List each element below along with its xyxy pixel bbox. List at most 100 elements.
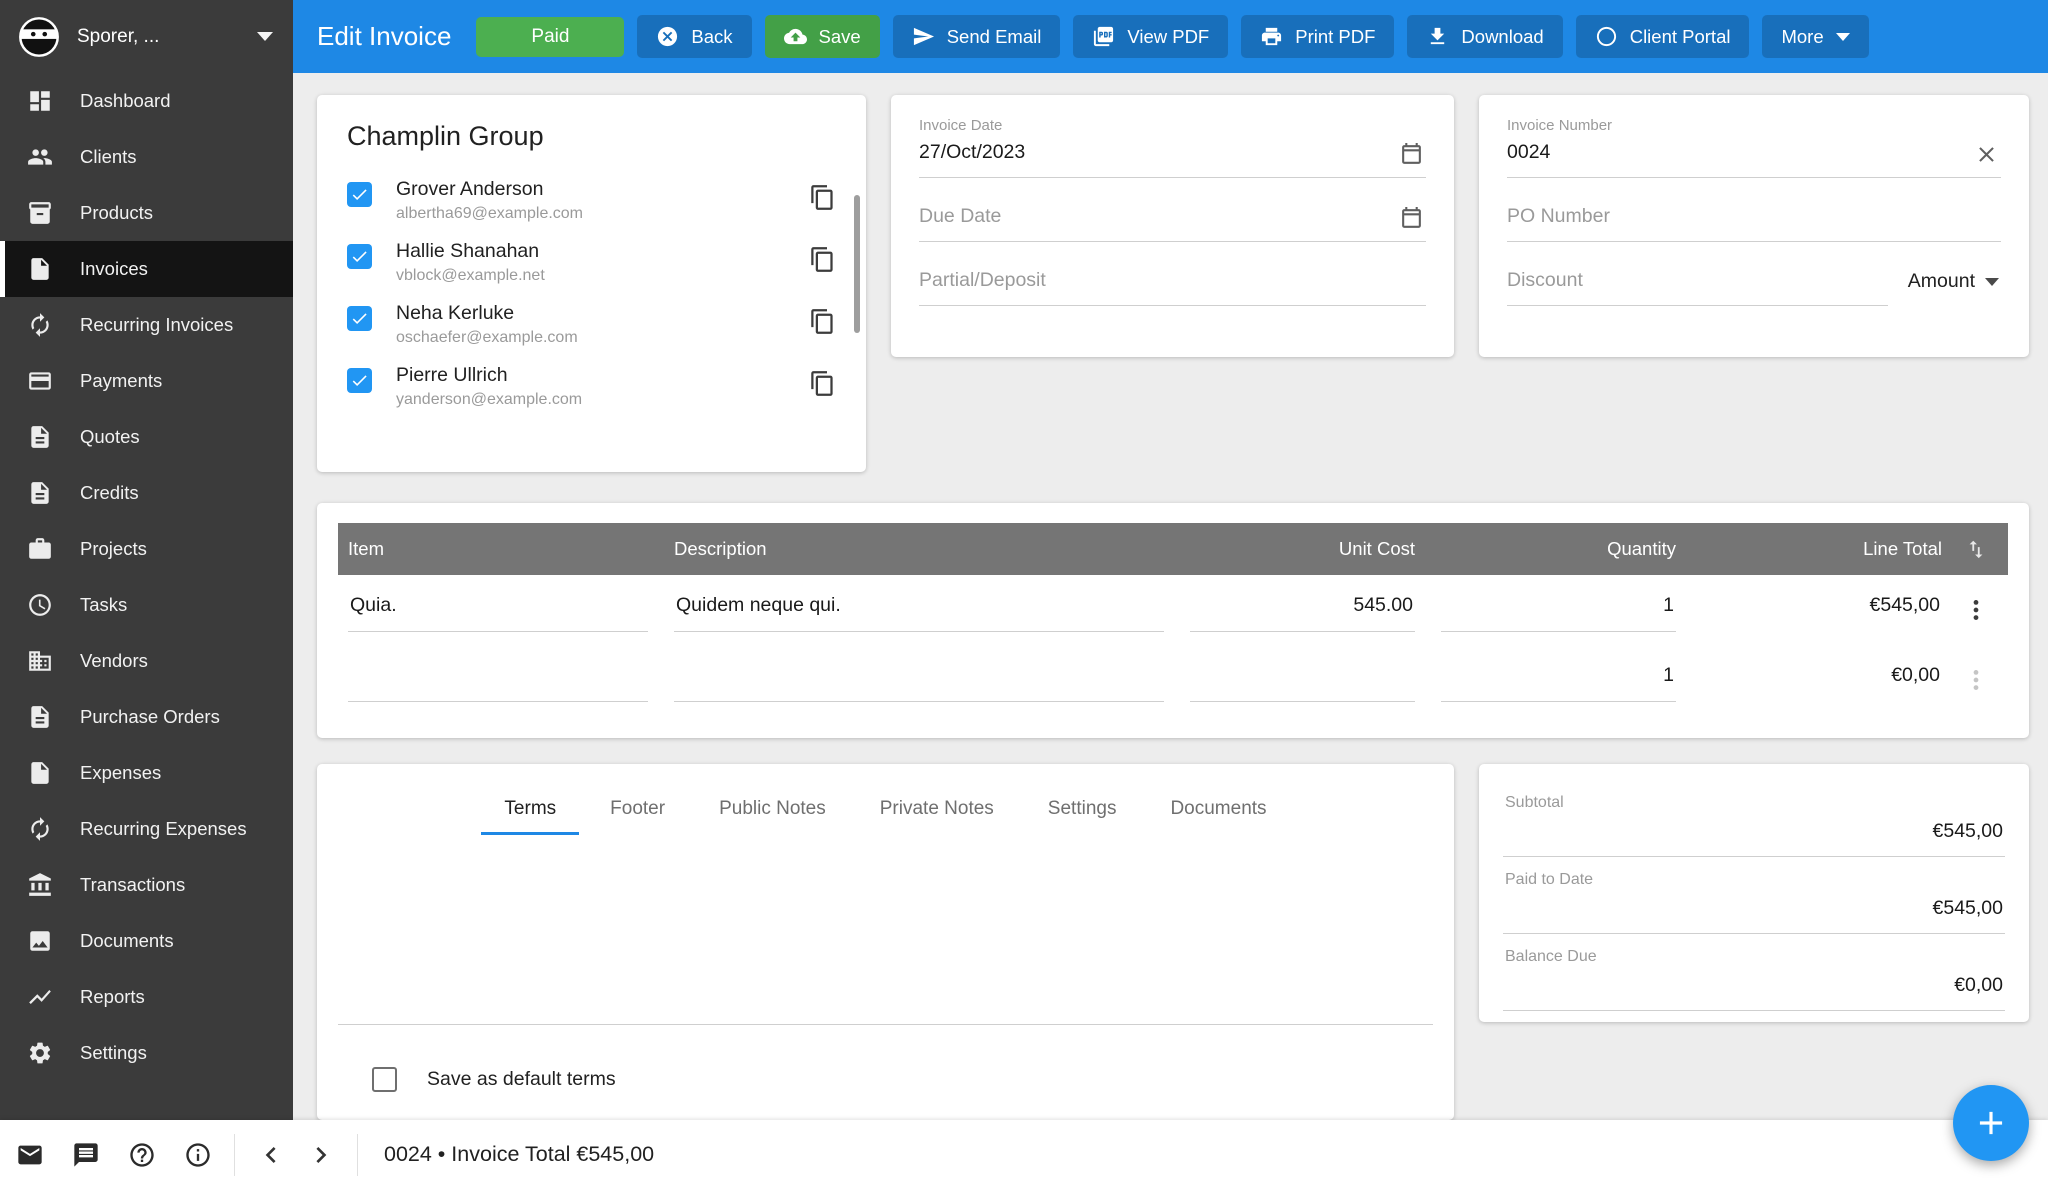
save-button[interactable]: Save: [765, 15, 880, 58]
tab-public-notes[interactable]: Public Notes: [692, 788, 853, 835]
sidebar-item-invoices[interactable]: Invoices: [0, 241, 293, 297]
sidebar-item-recurring-expenses[interactable]: Recurring Expenses: [0, 801, 293, 857]
vertical-dots-icon: [1963, 597, 1989, 623]
contact-info: Neha Kerluke oschaefer@example.com: [396, 302, 809, 347]
vendors-icon: [27, 648, 53, 674]
invoice-number-field[interactable]: Invoice Number 0024: [1507, 117, 2001, 178]
unit-cost-input[interactable]: 545.00: [1190, 588, 1415, 632]
page-title: Edit Invoice: [317, 21, 451, 52]
calendar-icon[interactable]: [1399, 206, 1424, 231]
cloud-upload-icon: [784, 25, 807, 48]
copy-contact-button[interactable]: [809, 184, 836, 211]
contact-row: Hallie Shanahan vblock@example.net: [347, 240, 836, 285]
back-button[interactable]: Back: [637, 15, 751, 58]
download-button[interactable]: Download: [1407, 15, 1562, 58]
sidebar-item-quotes[interactable]: Quotes: [0, 409, 293, 465]
contact-row: Pierre Ullrich yanderson@example.com: [347, 364, 836, 409]
sidebar-item-transactions[interactable]: Transactions: [0, 857, 293, 913]
print-pdf-button[interactable]: Print PDF: [1241, 15, 1394, 58]
contact-checkbox[interactable]: [347, 306, 372, 331]
contact-name: Hallie Shanahan: [396, 240, 809, 263]
sort-items-button[interactable]: [1954, 538, 1998, 560]
item-input[interactable]: Quia.: [348, 588, 648, 632]
help-button[interactable]: [128, 1141, 156, 1169]
invoice-dates-card: Invoice Date 27/Oct/2023 Due Date Partia…: [891, 95, 1454, 357]
sidebar-item-vendors[interactable]: Vendors: [0, 633, 293, 689]
invoice-date-field[interactable]: Invoice Date 27/Oct/2023: [919, 117, 1426, 178]
notes-card: Terms Footer Public Notes Private Notes …: [317, 764, 1454, 1120]
clients-icon: [27, 144, 53, 170]
previous-record-button[interactable]: [255, 1139, 287, 1171]
sidebar-item-settings[interactable]: Settings: [0, 1025, 293, 1081]
account-switcher[interactable]: Sporer, ...: [0, 0, 293, 73]
save-default-checkbox[interactable]: [372, 1067, 397, 1092]
copy-contact-button[interactable]: [809, 246, 836, 273]
sidebar-item-expenses[interactable]: Expenses: [0, 745, 293, 801]
add-button[interactable]: [1953, 1085, 2029, 1161]
sidebar-item-reports[interactable]: Reports: [0, 969, 293, 1025]
email-button[interactable]: [16, 1141, 44, 1169]
sidebar-item-clients[interactable]: Clients: [0, 129, 293, 185]
tab-footer[interactable]: Footer: [583, 788, 692, 835]
record-navigation: [235, 1139, 357, 1171]
column-header-quantity: Quantity: [1441, 538, 1676, 560]
quantity-input[interactable]: 1: [1441, 588, 1676, 632]
client-portal-button[interactable]: Client Portal: [1576, 15, 1750, 58]
sidebar-item-tasks[interactable]: Tasks: [0, 577, 293, 633]
send-email-button[interactable]: Send Email: [893, 15, 1061, 58]
sidebar-item-label: Invoices: [80, 258, 148, 280]
more-button[interactable]: More: [1762, 15, 1868, 58]
contact-checkbox[interactable]: [347, 368, 372, 393]
unit-cost-input[interactable]: [1190, 658, 1415, 702]
copy-contact-button[interactable]: [809, 308, 836, 335]
invoices-icon: [27, 256, 53, 282]
chat-button[interactable]: [72, 1141, 100, 1169]
contact-checkbox[interactable]: [347, 244, 372, 269]
partial-deposit-field[interactable]: Partial/Deposit: [919, 250, 1426, 306]
chevron-right-icon: [305, 1139, 337, 1171]
row-menu-button[interactable]: [1954, 667, 1998, 693]
view-pdf-button[interactable]: View PDF: [1073, 15, 1228, 58]
sidebar-item-label: Reports: [80, 986, 145, 1008]
clear-icon[interactable]: [1974, 142, 1999, 167]
sidebar-item-products[interactable]: Products: [0, 185, 293, 241]
tab-documents[interactable]: Documents: [1143, 788, 1293, 835]
invoice-date-label: Invoice Date: [919, 117, 1426, 134]
chevron-down-icon: [1836, 33, 1850, 41]
po-number-field[interactable]: PO Number: [1507, 186, 2001, 242]
description-input[interactable]: Quidem neque qui.: [674, 588, 1164, 632]
sidebar-item-documents[interactable]: Documents: [0, 913, 293, 969]
info-button[interactable]: [184, 1141, 212, 1169]
quantity-input[interactable]: 1: [1441, 658, 1676, 702]
copy-icon: [809, 184, 836, 211]
item-input[interactable]: [348, 658, 648, 702]
line-items-card: Item Description Unit Cost Quantity Line…: [317, 503, 2029, 738]
sidebar-item-purchase-orders[interactable]: Purchase Orders: [0, 689, 293, 745]
sidebar-item-recurring-invoices[interactable]: Recurring Invoices: [0, 297, 293, 353]
row-menu-button[interactable]: [1954, 597, 1998, 623]
check-icon: [350, 371, 369, 390]
discount-field[interactable]: Discount: [1507, 250, 1888, 306]
copy-contact-button[interactable]: [809, 370, 836, 397]
documents-icon: [27, 928, 53, 954]
due-date-label: Due Date: [919, 186, 1426, 241]
contact-checkbox[interactable]: [347, 182, 372, 207]
due-date-field[interactable]: Due Date: [919, 186, 1426, 242]
contact-email: yanderson@example.com: [396, 391, 809, 409]
terms-textarea[interactable]: [338, 853, 1433, 1025]
next-record-button[interactable]: [305, 1139, 337, 1171]
description-input[interactable]: [674, 658, 1164, 702]
status-badge: Paid: [476, 17, 624, 57]
calendar-icon[interactable]: [1399, 142, 1424, 167]
scrollbar-thumb[interactable]: [854, 195, 860, 333]
client-name[interactable]: Champlin Group: [347, 121, 836, 152]
column-header-description: Description: [674, 538, 1164, 560]
sidebar-item-credits[interactable]: Credits: [0, 465, 293, 521]
tab-private-notes[interactable]: Private Notes: [853, 788, 1021, 835]
tab-terms[interactable]: Terms: [477, 788, 583, 835]
sidebar-item-payments[interactable]: Payments: [0, 353, 293, 409]
sidebar-item-dashboard[interactable]: Dashboard: [0, 73, 293, 129]
sidebar-item-projects[interactable]: Projects: [0, 521, 293, 577]
tab-settings[interactable]: Settings: [1021, 788, 1144, 835]
discount-type-select[interactable]: Amount: [1888, 270, 2001, 306]
